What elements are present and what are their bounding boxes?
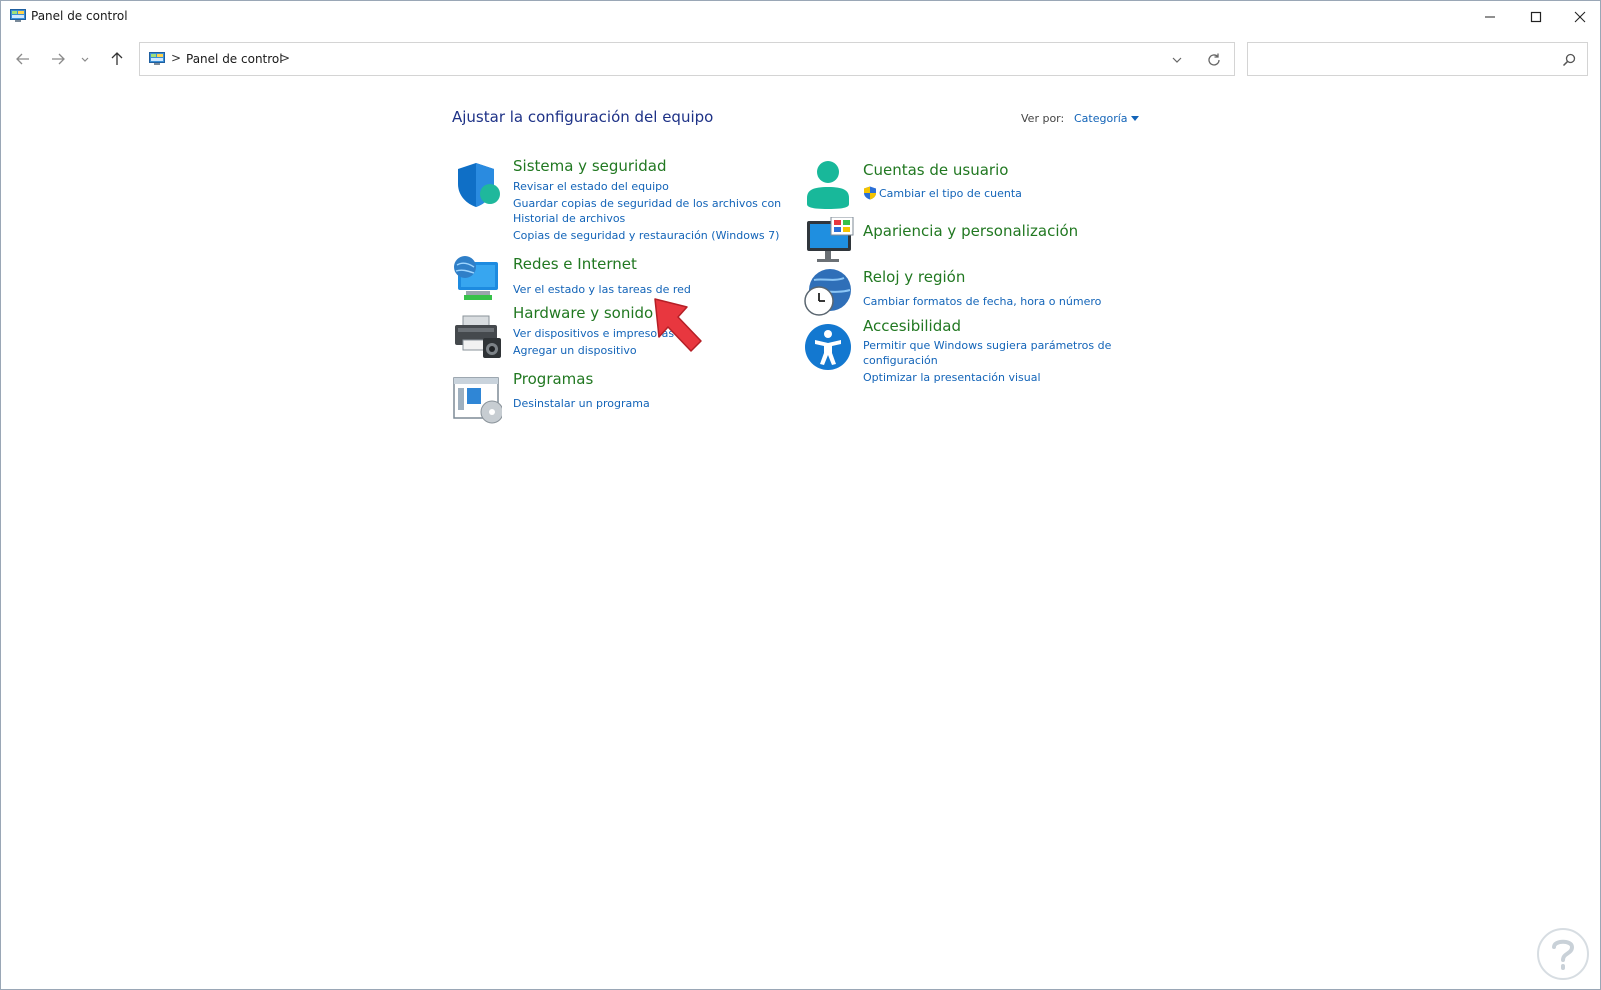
link-settings-continuation[interactable]: configuración <box>863 353 938 368</box>
uac-shield-icon <box>864 186 876 200</box>
maximize-button[interactable] <box>1513 1 1559 33</box>
link-uninstall-program[interactable]: Desinstalar un programa <box>513 396 650 411</box>
category-title-network-internet[interactable]: Redes e Internet <box>513 255 637 273</box>
breadcrumb-panel-de-control[interactable]: Panel de control <box>186 52 283 66</box>
arrow-right-icon <box>52 53 65 65</box>
search-icon[interactable] <box>1561 52 1577 68</box>
close-icon <box>1574 11 1586 23</box>
network-globe-icon[interactable] <box>452 254 502 304</box>
view-by-dropdown[interactable]: Categoría <box>1074 112 1128 125</box>
category-title-accessibility[interactable]: Accesibilidad <box>863 317 961 335</box>
link-change-date-time-formats[interactable]: Cambiar formatos de fecha, hora o número <box>863 294 1101 309</box>
window-title: Panel de control <box>31 9 128 23</box>
programs-icon[interactable] <box>452 374 502 424</box>
arrow-left-icon <box>16 53 29 65</box>
control-panel-icon <box>10 9 26 22</box>
chevron-down-icon[interactable] <box>1170 53 1184 67</box>
link-view-devices-printers[interactable]: Ver dispositivos e impresoras <box>513 326 674 341</box>
search-box[interactable] <box>1247 42 1588 76</box>
printer-icon[interactable] <box>453 312 503 362</box>
forward-button[interactable] <box>45 47 71 71</box>
category-title-hardware-sound[interactable]: Hardware y sonido <box>513 304 653 322</box>
link-optimize-visual-display[interactable]: Optimizar la presentación visual <box>863 370 1041 385</box>
chevron-down-icon <box>81 57 89 62</box>
category-title-clock-region[interactable]: Reloj y región <box>863 268 965 286</box>
address-bar[interactable]: > Panel de control > <box>139 42 1235 76</box>
category-title-user-accounts[interactable]: Cuentas de usuario <box>863 161 1008 179</box>
user-accounts-icon[interactable] <box>805 160 855 210</box>
breadcrumb-separator[interactable]: > <box>280 51 290 65</box>
up-button[interactable] <box>104 47 130 71</box>
accessibility-icon[interactable] <box>804 323 854 373</box>
link-network-status-tasks[interactable]: Ver el estado y las tareas de red <box>513 282 691 297</box>
minimize-icon <box>1485 16 1495 18</box>
category-title-appearance[interactable]: Apariencia y personalización <box>863 222 1078 240</box>
title-bar: Panel de control <box>1 1 1600 33</box>
close-button[interactable] <box>1557 1 1601 33</box>
maximize-icon <box>1530 11 1542 23</box>
back-button[interactable] <box>10 47 36 71</box>
watermark-logo-icon <box>1537 928 1589 980</box>
breadcrumb-separator[interactable]: > <box>171 51 181 65</box>
category-title-system-security[interactable]: Sistema y seguridad <box>513 157 666 175</box>
shield-icon[interactable] <box>454 160 504 210</box>
control-panel-icon <box>149 52 165 65</box>
clock-globe-icon[interactable] <box>804 268 854 318</box>
recent-locations-button[interactable] <box>76 47 94 71</box>
link-save-backup-copies[interactable]: Guardar copias de seguridad de los archi… <box>513 196 781 211</box>
appearance-monitor-icon[interactable] <box>805 217 855 267</box>
link-change-account-type[interactable]: Cambiar el tipo de cuenta <box>879 186 1022 201</box>
annotation-arrow-icon <box>654 298 702 352</box>
caret-down-icon[interactable] <box>1131 116 1139 121</box>
link-file-history[interactable]: Historial de archivos <box>513 211 625 226</box>
page-title: Ajustar la configuración del equipo <box>452 108 714 126</box>
refresh-icon[interactable] <box>1206 52 1222 68</box>
link-windows-suggest-settings[interactable]: Permitir que Windows sugiera parámetros … <box>863 338 1111 353</box>
category-title-programs[interactable]: Programas <box>513 370 593 388</box>
link-review-computer-status[interactable]: Revisar el estado del equipo <box>513 179 669 194</box>
arrow-up-icon <box>111 52 123 65</box>
link-add-device[interactable]: Agregar un dispositivo <box>513 343 637 358</box>
control-panel-window: Panel de control > Panel de control > Aj… <box>0 0 1601 990</box>
minimize-button[interactable] <box>1467 1 1513 33</box>
view-by-label: Ver por: <box>1021 112 1065 125</box>
link-backup-restore-windows7[interactable]: Copias de seguridad y restauración (Wind… <box>513 228 779 243</box>
